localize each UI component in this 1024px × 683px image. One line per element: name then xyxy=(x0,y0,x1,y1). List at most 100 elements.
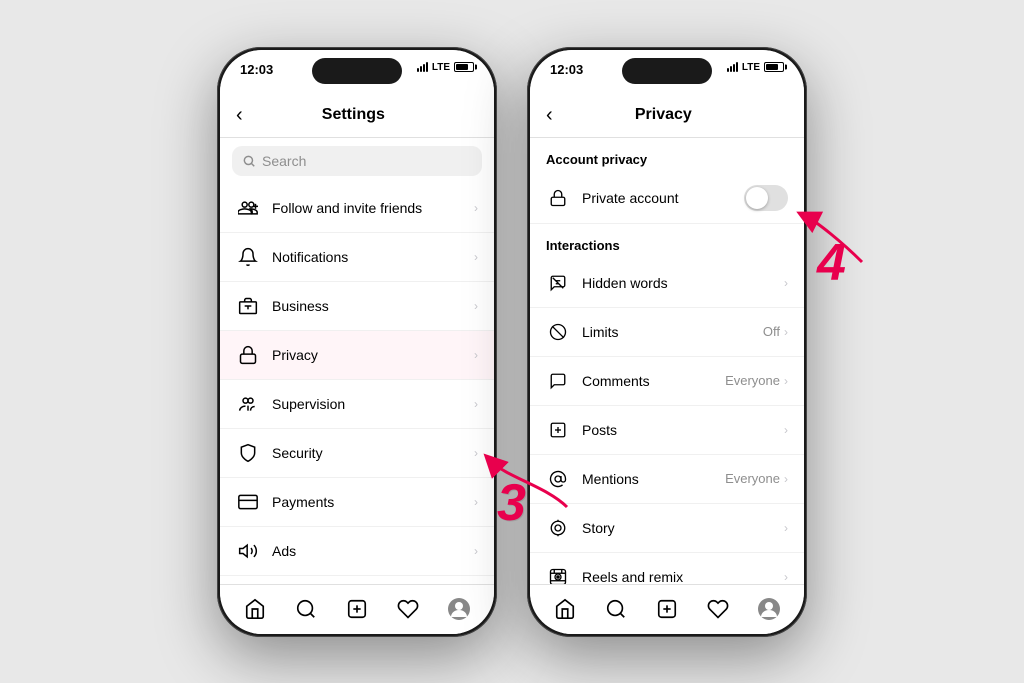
nav-bar-1: ‹ Settings xyxy=(220,94,494,138)
payments-label: Payments xyxy=(272,494,474,510)
status-icons-1: LTE xyxy=(417,62,474,73)
tab-home-1[interactable] xyxy=(241,595,269,623)
menu-item-ads[interactable]: Ads › xyxy=(220,527,494,576)
tab-heart-2[interactable] xyxy=(704,595,732,623)
tab-bar-1 xyxy=(220,584,494,634)
tab-home-2[interactable] xyxy=(551,595,579,623)
privacy-icon xyxy=(236,343,260,367)
supervision-label: Supervision xyxy=(272,396,474,412)
story-icon xyxy=(546,516,570,540)
menu-item-business[interactable]: Business › xyxy=(220,282,494,331)
status-bar-1: 12:03 LTE xyxy=(220,50,494,94)
tab-search-2[interactable] xyxy=(602,595,630,623)
tab-search-1[interactable] xyxy=(292,595,320,623)
supervision-icon xyxy=(236,392,260,416)
hidden-words-icon xyxy=(546,271,570,295)
privacy-content: Account privacy Private account xyxy=(530,138,804,584)
tab-add-1[interactable] xyxy=(343,595,371,623)
status-bar-2: 12:03 LTE xyxy=(530,50,804,94)
back-button-2[interactable]: ‹ xyxy=(546,104,553,127)
business-icon xyxy=(236,294,260,318)
notifications-icon xyxy=(236,245,260,269)
follow-label: Follow and invite friends xyxy=(272,200,474,216)
hidden-words-label: Hidden words xyxy=(582,275,784,291)
menu-item-privacy[interactable]: Privacy › xyxy=(220,331,494,380)
posts-label: Posts xyxy=(582,422,784,438)
ads-icon xyxy=(236,539,260,563)
privacy-item-story[interactable]: Story › xyxy=(530,504,804,553)
security-label: Security xyxy=(272,445,474,461)
annotation-4: 4 xyxy=(802,202,882,272)
privacy-item-posts[interactable]: Posts › xyxy=(530,406,804,455)
limits-value: Off xyxy=(763,324,780,339)
notifications-label: Notifications xyxy=(272,249,474,265)
nav-title-2: Privacy xyxy=(563,106,764,124)
signal-type-2: LTE xyxy=(742,62,760,73)
menu-item-account[interactable]: Account › xyxy=(220,576,494,584)
comments-label: Comments xyxy=(582,373,725,389)
dynamic-island-1 xyxy=(312,58,402,84)
signal-bars-2 xyxy=(727,62,738,72)
mentions-value: Everyone xyxy=(725,471,780,486)
status-time-2: 12:03 xyxy=(550,62,583,77)
signal-type-1: LTE xyxy=(432,62,450,73)
battery-1 xyxy=(454,62,474,72)
tab-profile-2[interactable] xyxy=(755,595,783,623)
private-account-toggle[interactable] xyxy=(744,185,788,211)
reels-icon xyxy=(546,565,570,584)
private-account-label: Private account xyxy=(582,190,744,206)
security-icon xyxy=(236,441,260,465)
follow-icon xyxy=(236,196,260,220)
annotation-number-3: 3 xyxy=(497,477,526,529)
annotation-number-4: 4 xyxy=(817,237,846,289)
limits-label: Limits xyxy=(582,324,763,340)
nav-title-1: Settings xyxy=(253,106,454,124)
menu-item-notifications[interactable]: Notifications › xyxy=(220,233,494,282)
phone-privacy: 12:03 LTE ‹ Privacy xyxy=(527,47,807,637)
signal-bars-1 xyxy=(417,62,428,72)
comments-value: Everyone xyxy=(725,373,780,388)
privacy-item-limits[interactable]: Limits Off › xyxy=(530,308,804,357)
posts-icon xyxy=(546,418,570,442)
settings-content: Search Follow and invite xyxy=(220,138,494,584)
reels-label: Reels and remix xyxy=(582,569,784,584)
privacy-item-hidden-words[interactable]: Hidden words › xyxy=(530,259,804,308)
business-label: Business xyxy=(272,298,474,314)
tab-bar-2 xyxy=(530,584,804,634)
nav-bar-2: ‹ Privacy xyxy=(530,94,804,138)
privacy-item-mentions[interactable]: Mentions Everyone › xyxy=(530,455,804,504)
tab-heart-1[interactable] xyxy=(394,595,422,623)
privacy-item-reels[interactable]: Reels and remix › xyxy=(530,553,804,584)
privacy-label: Privacy xyxy=(272,347,474,363)
search-placeholder: Search xyxy=(262,153,306,169)
payments-icon xyxy=(236,490,260,514)
mentions-icon xyxy=(546,467,570,491)
menu-item-payments[interactable]: Payments › xyxy=(220,478,494,527)
privacy-item-comments[interactable]: Comments Everyone › xyxy=(530,357,804,406)
menu-item-security[interactable]: Security › xyxy=(220,429,494,478)
follow-chevron: › xyxy=(474,201,478,215)
story-label: Story xyxy=(582,520,784,536)
tab-profile-1[interactable] xyxy=(445,595,473,623)
search-bar[interactable]: Search xyxy=(232,146,482,176)
account-privacy-header: Account privacy xyxy=(530,138,804,173)
menu-item-supervision[interactable]: Supervision › xyxy=(220,380,494,429)
status-icons-2: LTE xyxy=(727,62,784,73)
ads-label: Ads xyxy=(272,543,474,559)
status-time-1: 12:03 xyxy=(240,62,273,77)
back-button-1[interactable]: ‹ xyxy=(236,104,243,127)
menu-item-follow[interactable]: Follow and invite friends › xyxy=(220,184,494,233)
limits-icon xyxy=(546,320,570,344)
private-account-icon xyxy=(546,186,570,210)
interactions-header: Interactions xyxy=(530,224,804,259)
tab-add-2[interactable] xyxy=(653,595,681,623)
phone-settings: 12:03 LTE ‹ Settings xyxy=(217,47,497,637)
phones-container: 12:03 LTE ‹ Settings xyxy=(197,27,827,657)
toggle-knob xyxy=(746,187,768,209)
privacy-item-private-account[interactable]: Private account xyxy=(530,173,804,224)
mentions-label: Mentions xyxy=(582,471,725,487)
search-icon xyxy=(242,154,256,168)
comments-icon xyxy=(546,369,570,393)
dynamic-island-2 xyxy=(622,58,712,84)
battery-2 xyxy=(764,62,784,72)
